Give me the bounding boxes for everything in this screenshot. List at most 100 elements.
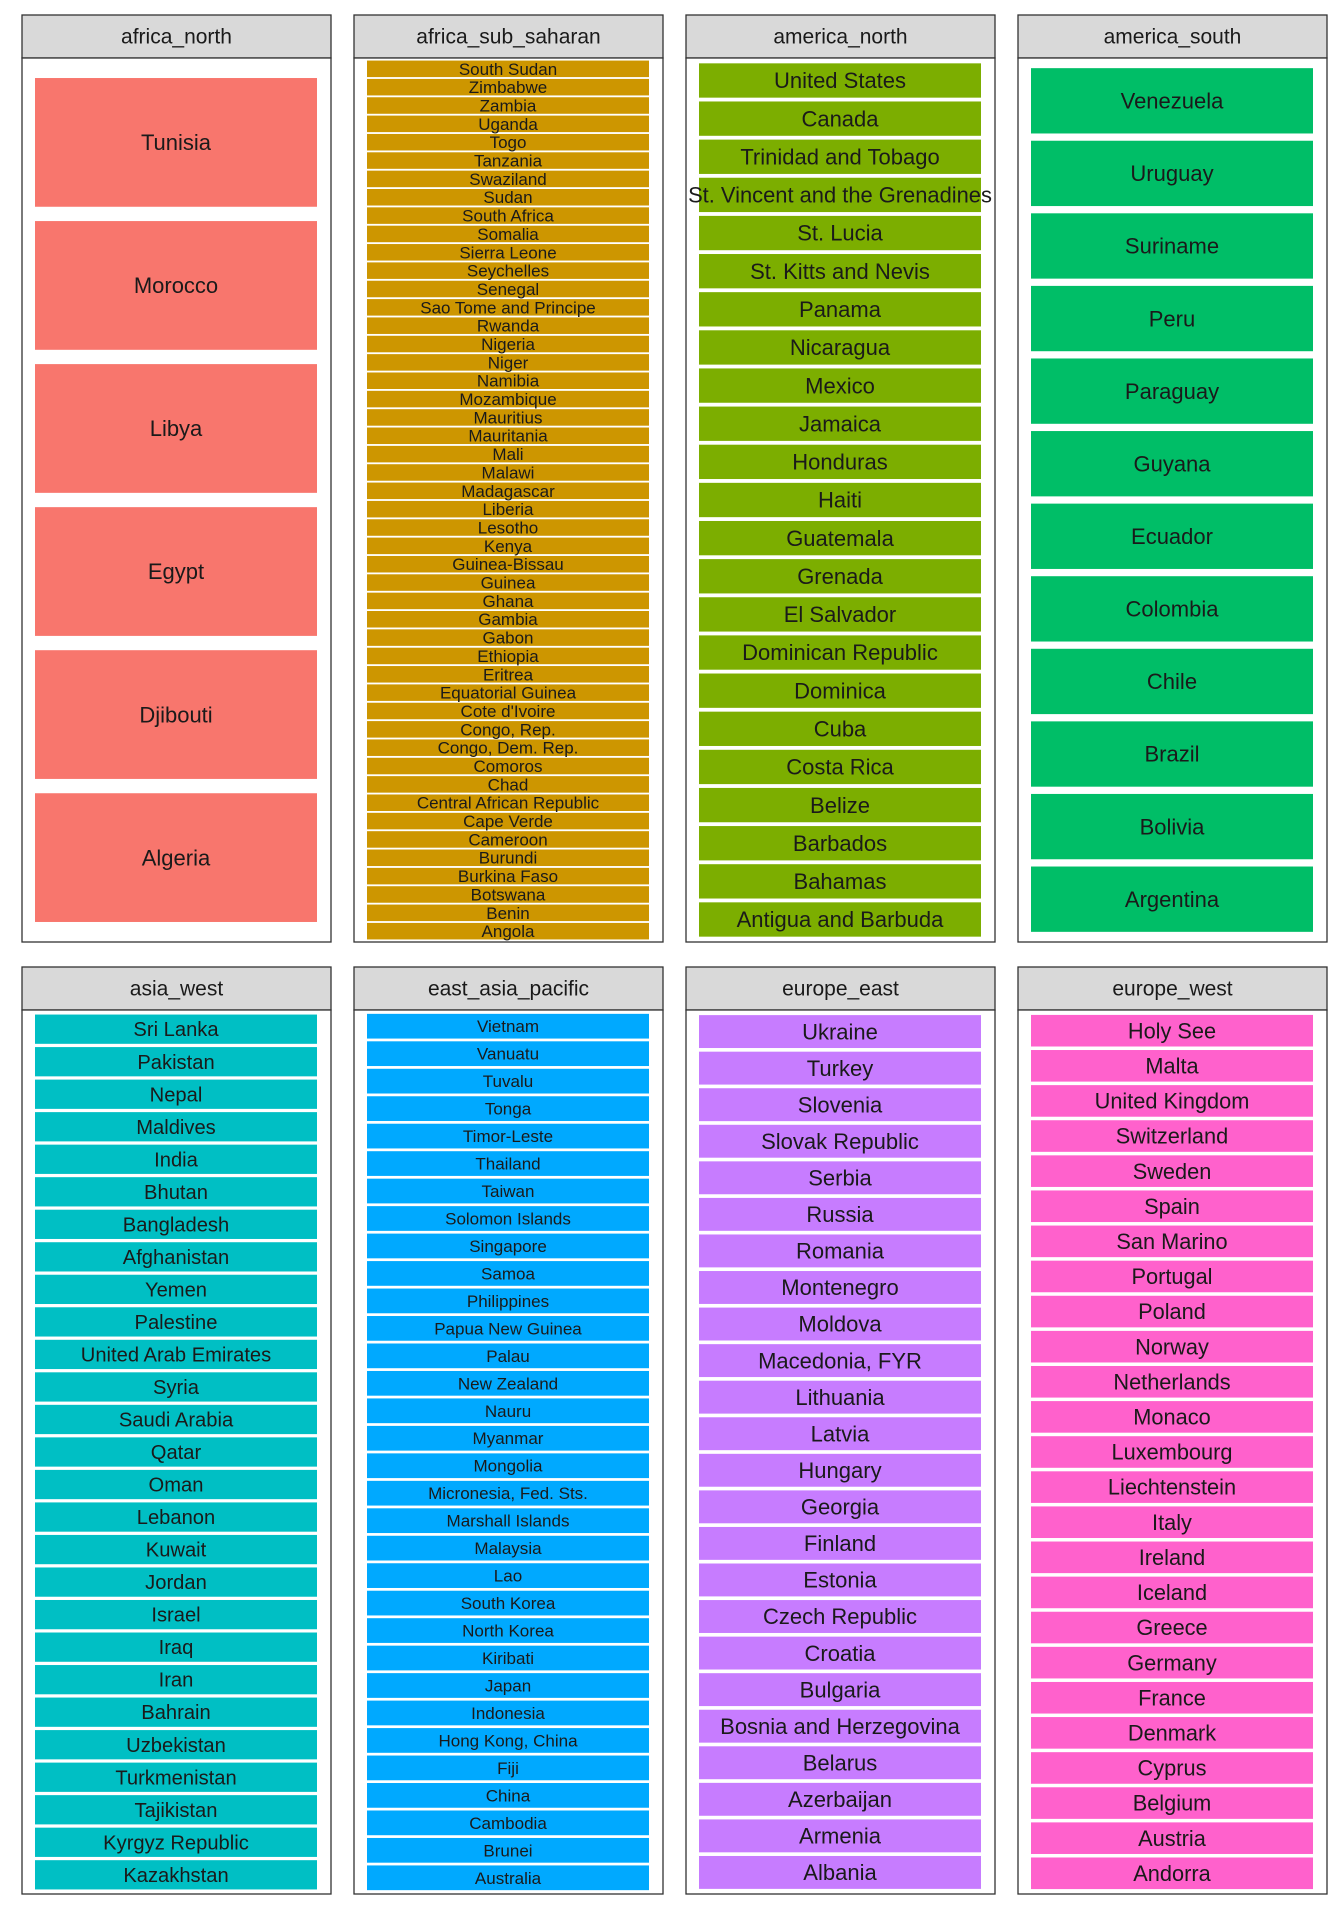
bar-label: Nauru xyxy=(485,1402,531,1421)
bar-label: Greece xyxy=(1136,1615,1207,1640)
bar-label: Tajikistan xyxy=(135,1800,218,1822)
bar-label: Slovak Republic xyxy=(761,1129,919,1154)
facet-panel-asia_west: asia_west Sri Lanka Pakistan Nepal Maldives I… xyxy=(21,966,332,1895)
bar-label: Kenya xyxy=(484,537,533,556)
bar-label: Belarus xyxy=(803,1750,878,1775)
bar-label: Sweden xyxy=(1133,1159,1212,1184)
facet-strip-label: asia_west xyxy=(130,978,224,1001)
bar-label: Bangladesh xyxy=(123,1214,229,1236)
bar-label: Myanmar xyxy=(473,1429,544,1448)
bar-label: Macedonia, FYR xyxy=(758,1348,922,1373)
bar-label: Yemen xyxy=(145,1279,207,1301)
bar-label: Syria xyxy=(153,1377,200,1399)
bar-label: Venezuela xyxy=(1121,89,1225,114)
bar-label: Nigeria xyxy=(481,335,535,354)
bar-label: Holy See xyxy=(1128,1018,1216,1043)
bar-label: Serbia xyxy=(808,1166,872,1191)
bar-label: St. Kitts and Nevis xyxy=(750,259,930,284)
bar-label: Mali xyxy=(492,445,523,464)
bar-label: Maldives xyxy=(136,1117,216,1139)
bar-label: Benin xyxy=(486,904,529,923)
facet-panel-east_asia_pacific: east_asia_pacific Vietnam Vanuatu Tuvalu Ton… xyxy=(353,966,664,1895)
bar-label: Saudi Arabia xyxy=(119,1410,234,1432)
bar-label: Uzbekistan xyxy=(126,1735,226,1757)
bar-label: Belize xyxy=(810,793,870,818)
bar-label: Liberia xyxy=(482,500,534,519)
bar-label: Honduras xyxy=(792,450,887,475)
bar-label: Vanuatu xyxy=(477,1045,539,1064)
bar-label: Mexico xyxy=(805,373,875,398)
bar-label: New Zealand xyxy=(458,1374,558,1393)
bar-label: Australia xyxy=(475,1869,542,1888)
bar-label: South Sudan xyxy=(459,60,557,79)
bar-label: Nicaragua xyxy=(790,335,891,360)
bar-label: Micronesia, Fed. Sts. xyxy=(428,1484,588,1503)
bar-label: Bosnia and Herzegovina xyxy=(720,1714,960,1739)
bar-label: Bulgaria xyxy=(800,1677,881,1702)
bar-label: Cambodia xyxy=(469,1814,547,1833)
bar-label: Moldova xyxy=(798,1312,882,1337)
bar-label: Chile xyxy=(1147,669,1197,694)
bar-label: Egypt xyxy=(148,559,204,584)
bar-label: Liechtenstein xyxy=(1108,1475,1236,1500)
bar-label: United States xyxy=(774,68,906,93)
bar-label: Botswana xyxy=(471,885,546,904)
bar-label: Grenada xyxy=(797,564,883,589)
bar-label: San Marino xyxy=(1116,1229,1227,1254)
bar-label: Congo, Dem. Rep. xyxy=(438,739,579,758)
bar-label: St. Vincent and the Grenadines xyxy=(688,183,992,208)
bar-label: Swaziland xyxy=(469,170,547,189)
bar-label: El Salvador xyxy=(784,602,897,627)
bar-label: Djibouti xyxy=(139,702,212,727)
bar-label: Barbados xyxy=(793,831,887,856)
bar-label: Cape Verde xyxy=(463,812,553,831)
bar-label: Norway xyxy=(1135,1334,1209,1359)
bar-label: Netherlands xyxy=(1113,1369,1230,1394)
bar-label: Japan xyxy=(485,1676,531,1695)
bar-label: Poland xyxy=(1138,1299,1206,1324)
facet-strip-label: europe_east xyxy=(782,978,899,1001)
bar-label: Romania xyxy=(796,1239,885,1264)
bar-label: Zambia xyxy=(480,96,537,115)
bar-label: Peru xyxy=(1149,306,1195,331)
bar-label: Paraguay xyxy=(1125,379,1219,404)
bar-label: Albania xyxy=(803,1860,877,1885)
bar-label: Solomon Islands xyxy=(445,1209,571,1228)
bar-label: Bolivia xyxy=(1140,814,1206,839)
bar-label: Denmark xyxy=(1128,1720,1216,1745)
facet-strip-label: east_asia_pacific xyxy=(428,978,589,1001)
bar-label: Vietnam xyxy=(477,1017,539,1036)
bar-label: Turkmenistan xyxy=(115,1767,236,1789)
bar-label: Germany xyxy=(1127,1650,1217,1675)
bar-label: Gambia xyxy=(478,610,538,629)
bar-label: Mozambique xyxy=(459,390,556,409)
bar-label: Senegal xyxy=(477,280,539,299)
bar-label: Kiribati xyxy=(482,1649,534,1668)
faceted-bar-chart: africa_north Tunisia Morocco Libya Egypt Djib… xyxy=(21,14,1328,1895)
bar-label: Brunei xyxy=(483,1841,532,1860)
bar-label: Kyrgyz Republic xyxy=(103,1832,249,1854)
bar-label: Jamaica xyxy=(799,411,882,436)
bar-label: Cuba xyxy=(814,717,867,742)
bar-label: Lesotho xyxy=(478,518,539,537)
bar-label: Kuwait xyxy=(146,1540,207,1562)
bar-label: Nepal xyxy=(150,1084,203,1106)
bar-label: Ethiopia xyxy=(477,647,539,666)
bar-label: Israel xyxy=(151,1605,200,1627)
bar-label: Indonesia xyxy=(471,1704,545,1723)
bar-label: Andorra xyxy=(1133,1861,1211,1886)
bar-label: St. Lucia xyxy=(797,221,883,246)
facet-strip-label: america_north xyxy=(773,26,907,49)
bar-label: Iraq xyxy=(159,1637,194,1659)
bar-label: Marshall Islands xyxy=(447,1512,570,1531)
bar-label: Palau xyxy=(486,1347,530,1366)
bar-label: Thailand xyxy=(475,1155,540,1174)
bar-label: Armenia xyxy=(799,1824,882,1849)
facet-panel-america_north: america_north United States Canada Trinidad… xyxy=(685,14,996,943)
bar-label: Uganda xyxy=(478,115,538,134)
bar-label: Philippines xyxy=(467,1292,549,1311)
bar-label: Sri Lanka xyxy=(133,1019,219,1041)
bar-label: Kazakhstan xyxy=(123,1865,228,1887)
facet-panel-africa_north: africa_north Tunisia Morocco Libya Egypt Djib… xyxy=(21,14,332,943)
bar-label: Austria xyxy=(1138,1826,1207,1851)
